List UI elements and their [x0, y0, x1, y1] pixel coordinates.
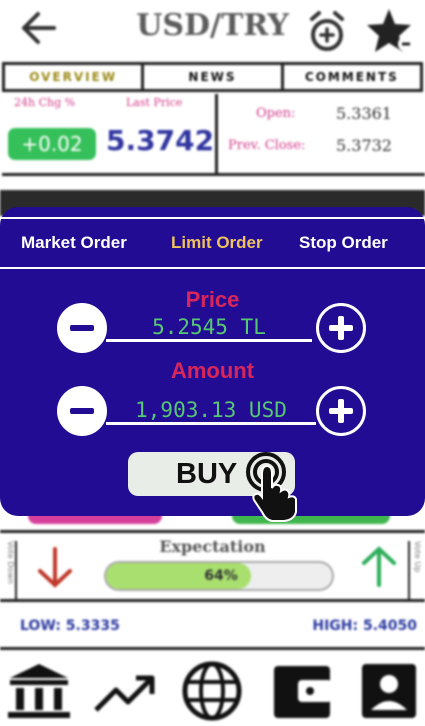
favorite-button[interactable] — [364, 6, 416, 56]
last-price-label: Last Price — [126, 96, 183, 109]
tab-overview[interactable]: OVERVIEW — [5, 65, 145, 89]
tab-limit-order[interactable]: Limit Order — [171, 233, 263, 253]
vote-up-button[interactable] — [354, 541, 404, 591]
tab-comments[interactable]: COMMENTS — [284, 65, 420, 89]
tab-news[interactable]: NEWS — [144, 65, 284, 89]
star-icon — [367, 9, 414, 52]
order-type-tabs: Market Order Limit Order Stop Order — [0, 217, 425, 269]
nav-wallet[interactable] — [268, 660, 338, 722]
last-price-value: 5.3742 — [106, 124, 215, 157]
bank-icon — [8, 664, 70, 718]
amount-label: Amount — [170, 358, 255, 383]
buy-label: BUY — [176, 458, 238, 490]
pair-title: USD/TRY — [136, 8, 289, 43]
prev-close-value: 5.3732 — [336, 136, 392, 155]
minus-icon — [70, 325, 94, 331]
tab-market-order[interactable]: Market Order — [21, 233, 127, 253]
quote-summary: 24h Chg % Last Price +0.02 5.3742 — [2, 94, 218, 176]
bottom-nav — [0, 654, 425, 726]
tap-hand-icon — [246, 452, 297, 522]
account-icon — [362, 664, 416, 718]
amount-decrease-button[interactable] — [57, 386, 107, 436]
arrow-up-icon — [362, 546, 396, 587]
order-panel: Market Order Limit Order Stop Order Pric… — [0, 207, 425, 522]
trending-up-icon — [94, 675, 155, 712]
price-input[interactable]: 5.2545 TL — [106, 315, 312, 342]
change-label: 24h Chg % — [14, 96, 76, 109]
tab-stop-order[interactable]: Stop Order — [299, 233, 388, 253]
change-badge: +0.02 — [8, 128, 96, 160]
expectation-bar: 64% — [104, 561, 334, 591]
buy-button[interactable]: BUY — [128, 452, 297, 522]
globe-icon — [182, 661, 242, 721]
vote-up-label: Vote Up — [408, 541, 422, 599]
nav-global[interactable] — [178, 660, 248, 722]
high-value: HIGH: 5.4050 — [312, 618, 417, 634]
minus-icon — [70, 408, 94, 414]
open-label: Open: — [256, 106, 296, 121]
top-bar: USD/TRY — [0, 0, 425, 56]
quote-details: Open: 5.3361 Prev. Close: 5.3732 — [218, 94, 425, 176]
expectation-percent: 64% — [204, 568, 238, 584]
expectation-panel: Vote Down Expectation 64% Vote Up — [0, 530, 425, 602]
nav-trends[interactable] — [92, 660, 162, 722]
day-range: LOW: 5.3335 HIGH: 5.4050 — [0, 606, 425, 650]
section-tabs: OVERVIEW NEWS COMMENTS — [2, 62, 423, 92]
set-alarm-button[interactable] — [306, 10, 348, 54]
amount-increase-button[interactable] — [316, 386, 366, 436]
price-decrease-button[interactable] — [57, 303, 107, 353]
alarm-clock-plus-icon — [310, 11, 344, 51]
price-increase-button[interactable] — [316, 303, 366, 353]
open-value: 5.3361 — [336, 104, 392, 123]
low-value: LOW: 5.3335 — [20, 618, 120, 634]
nav-markets[interactable] — [4, 660, 74, 722]
prev-close-label: Prev. Close: — [228, 138, 306, 153]
amount-input[interactable]: 1,903.13 USD — [106, 398, 316, 425]
nav-account[interactable] — [356, 660, 425, 722]
wallet-icon — [274, 666, 332, 718]
